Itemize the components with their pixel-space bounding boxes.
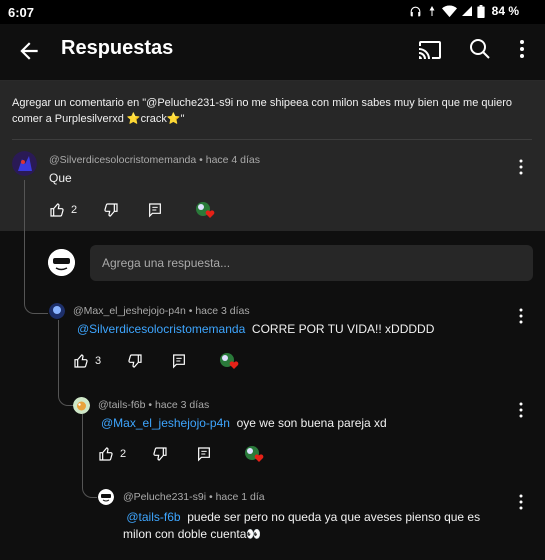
reply-button[interactable] [147,202,163,218]
context-divider [12,139,532,140]
comment-text: @Silverdicesolocristomemanda CORRE POR T… [77,322,434,336]
reply-input[interactable]: Agrega una respuesta... [90,245,533,281]
more-vert-icon[interactable] [512,37,532,61]
like-count: 3 [95,355,102,367]
creator-heart-icon [220,353,239,369]
comment-author[interactable]: @tails-f6b • hace 3 días [98,399,209,411]
comment-author[interactable]: @Max_el_jeshejojo-p4n • hace 3 días [73,305,250,317]
page-title: Respuestas [61,37,174,59]
signal-icon [429,6,435,16]
author-name[interactable]: @Max_el_jeshejojo-p4n [73,305,186,317]
mention-link[interactable]: @tails-f6b [126,510,180,524]
thread-connector [82,414,97,498]
status-time: 6:07 [8,5,35,20]
dislike-button[interactable] [103,202,119,218]
comment-time: hace 1 día [215,491,265,503]
mention-link[interactable]: @Silverdicesolocristomemanda [77,322,245,336]
wifi-icon [441,5,457,17]
comment-time: hace 3 días [154,399,210,411]
app-bar: Respuestas [0,24,545,80]
comment-actions: 2 [49,201,217,219]
reply-button[interactable] [171,353,187,369]
author-name[interactable]: @Peluche231-s9i [123,491,206,503]
comment-icon [198,447,211,462]
comment-author[interactable]: @Peluche231-s9i • hace 1 día [123,491,265,503]
thumbs-down-icon [128,354,142,368]
comment-icon [149,203,162,218]
comment-text: Que [49,171,72,185]
thumbs-up-icon [50,203,64,217]
creator-heart [195,201,217,219]
comment-author[interactable]: @Silverdicesolocristomemanda • hace 4 dí… [49,154,260,166]
more-vert-icon[interactable] [514,493,528,511]
comment-icon [173,354,186,369]
comment-text-body: oye we son buena pareja xd [236,416,387,430]
user-avatar [48,249,75,276]
avatar[interactable] [73,397,90,414]
cell-signal-icon [461,6,472,16]
dislike-button[interactable] [152,446,168,462]
comment-text-body: CORRE POR TU VIDA!! xDDDDD [251,322,435,336]
creator-heart-icon [245,446,264,462]
author-name[interactable]: @Silverdicesolocristomemanda [49,154,196,166]
comment-time: hace 4 días [205,154,261,166]
author-name[interactable]: @tails-f6b [98,399,145,411]
context-comment-text: Agregar un comentario en "@Peluche231-s9… [12,97,512,125]
avatar[interactable] [49,303,65,319]
more-vert-icon[interactable] [514,401,528,419]
headphones-icon [410,6,421,16]
thumbs-down-icon [104,203,118,217]
cast-icon[interactable] [418,38,442,62]
creator-heart-icon [196,202,215,218]
creator-heart [219,352,241,370]
like-button[interactable]: 2 [49,202,77,218]
more-vert-icon[interactable] [514,158,528,176]
comment-actions: 2 [98,445,266,463]
dislike-button[interactable] [127,353,143,369]
battery-icon [477,4,485,18]
thread-connector [24,224,48,314]
thumbs-up-icon [74,354,88,368]
thread-connector [58,320,73,406]
creator-heart [244,445,266,463]
reply-button[interactable] [196,446,212,462]
status-bar: 6:07 84 % [0,0,545,24]
comment-text: @tails-f6b puede ser pero no queda ya qu… [123,509,508,543]
avatar[interactable] [98,489,114,505]
thumbs-down-icon [153,447,167,461]
reply-placeholder: Agrega una respuesta... [102,256,231,270]
like-count: 2 [120,448,127,460]
thread-line [24,180,25,224]
comment-text: @Max_el_jeshejojo-p4n oye we son buena p… [101,416,387,430]
search-icon[interactable] [468,37,492,61]
mention-link[interactable]: @Max_el_jeshejojo-p4n [101,416,230,430]
like-button[interactable]: 2 [98,446,126,462]
avatar[interactable] [12,151,37,176]
more-vert-icon[interactable] [514,307,528,325]
status-icons: 84 % [409,4,519,18]
back-arrow-icon[interactable] [16,38,42,64]
comment-time: hace 3 días [195,305,250,317]
like-count: 2 [71,204,78,216]
battery-percentage: 84 % [491,4,519,18]
thumbs-up-icon [99,447,113,461]
comment-actions: 3 [73,352,241,370]
like-button[interactable]: 3 [73,353,101,369]
